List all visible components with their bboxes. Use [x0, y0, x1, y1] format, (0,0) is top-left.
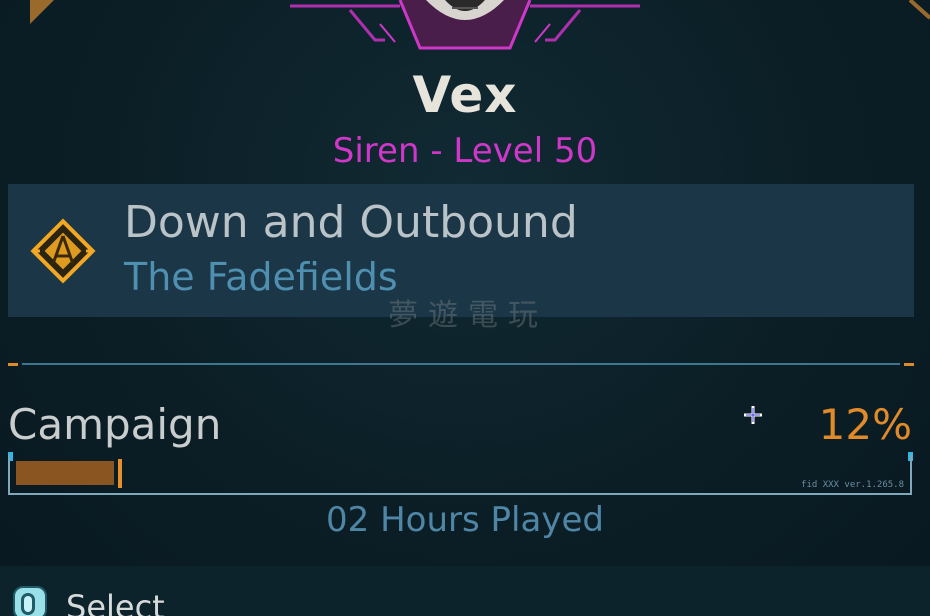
character-portrait-emblem	[290, 0, 640, 50]
mission-diamond-icon	[30, 218, 96, 284]
frame-corner-left	[30, 0, 54, 24]
save-slot-screen: Vex Siren - Level 50 Down and Outbound T…	[0, 0, 930, 616]
campaign-label: Campaign	[8, 400, 222, 449]
version-text: fid XXX ver.1.265.8	[801, 480, 904, 490]
campaign-progress-marker	[117, 459, 122, 488]
watermark-text: 夢遊電玩	[388, 298, 548, 333]
hours-played: 02 Hours Played	[326, 500, 604, 540]
controller-button-icon	[13, 586, 47, 616]
section-divider	[22, 363, 900, 365]
campaign-progress-bar	[16, 459, 896, 488]
campaign-progress-fill	[16, 461, 114, 485]
crosshair-cursor-icon	[744, 406, 762, 424]
select-button-label[interactable]: Select	[66, 588, 165, 616]
campaign-percent: 12%	[818, 400, 912, 449]
character-name: Vex	[412, 66, 518, 124]
divider-dash-left	[8, 363, 18, 366]
frame-corner-right	[908, 0, 930, 20]
mission-location: The Fadefields	[124, 255, 398, 299]
mission-title: Down and Outbound	[124, 197, 578, 248]
divider-dash-right	[904, 363, 914, 366]
character-class-level: Siren - Level 50	[332, 131, 598, 171]
